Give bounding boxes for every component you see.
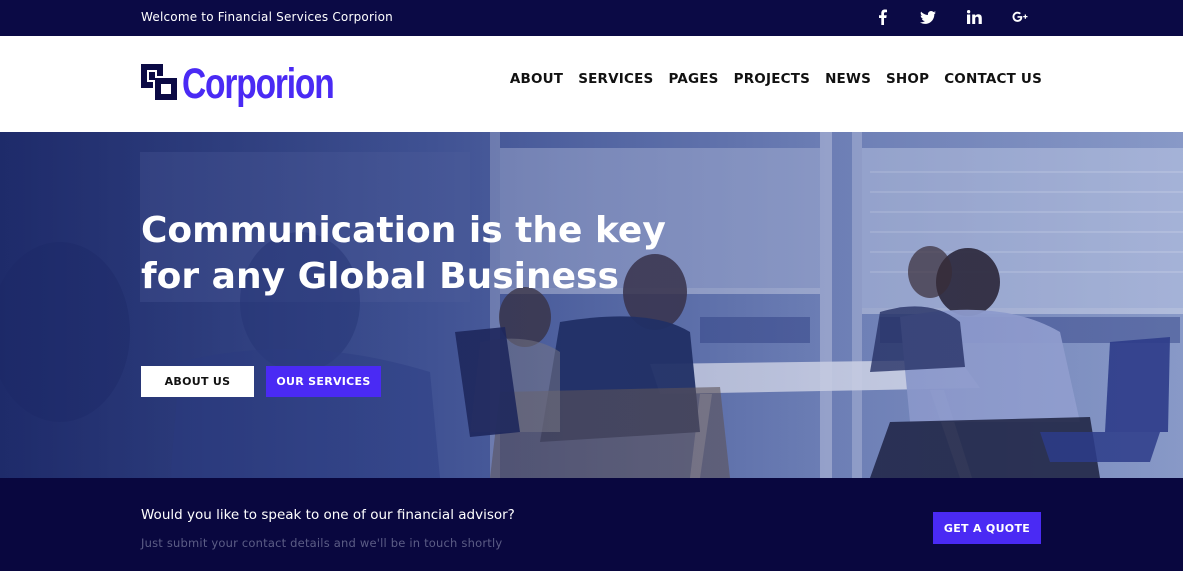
hero-background-image	[0, 132, 1183, 478]
hero-title: Communication is the key for any Global …	[141, 208, 701, 300]
get-a-quote-button[interactable]: GET A QUOTE	[933, 512, 1041, 544]
nav-pages[interactable]: PAGES	[668, 71, 718, 87]
facebook-icon[interactable]	[859, 7, 905, 27]
nav-about[interactable]: ABOUT	[510, 71, 563, 87]
nav-projects[interactable]: PROJECTS	[734, 71, 810, 87]
logo-mark-icon	[141, 64, 177, 100]
nav-shop[interactable]: SHOP	[886, 71, 929, 87]
contact-cta-band: Would you like to speak to one of our fi…	[0, 478, 1183, 571]
welcome-text: Welcome to Financial Services Corporion	[141, 10, 393, 24]
nav-contact-us[interactable]: CONTACT US	[944, 71, 1042, 87]
logo[interactable]: Corporion	[141, 57, 376, 111]
social-links	[859, 7, 1043, 27]
hero-title-line2: for any Global Business	[141, 256, 619, 297]
google-plus-icon[interactable]	[997, 7, 1043, 27]
hero-title-line1: Communication is the key	[141, 210, 666, 251]
cta-subtext: Just submit your contact details and we'…	[141, 536, 503, 550]
site-header: Corporion ABOUT SERVICES PAGES PROJECTS …	[0, 36, 1183, 132]
nav-services[interactable]: SERVICES	[578, 71, 653, 87]
top-bar: Welcome to Financial Services Corporion	[0, 0, 1183, 36]
our-services-button[interactable]: OUR SERVICES	[266, 366, 381, 397]
about-us-button[interactable]: ABOUT US	[141, 366, 254, 397]
hero-banner: Communication is the key for any Global …	[0, 132, 1183, 478]
linkedin-icon[interactable]	[951, 7, 997, 27]
logo-text: Corporion	[182, 60, 335, 108]
main-nav: ABOUT SERVICES PAGES PROJECTS NEWS SHOP …	[510, 71, 1042, 87]
cta-question: Would you like to speak to one of our fi…	[141, 507, 515, 523]
nav-news[interactable]: NEWS	[825, 71, 871, 87]
twitter-icon[interactable]	[905, 7, 951, 27]
